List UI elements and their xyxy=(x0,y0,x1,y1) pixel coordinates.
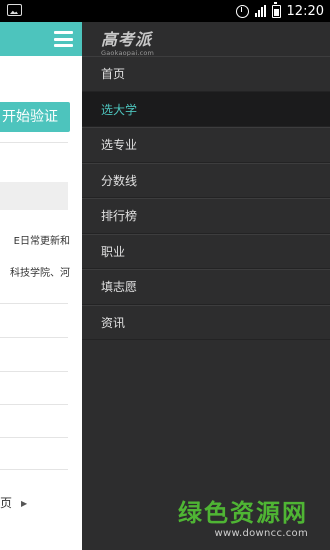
news-text-line: E日常更新和 xyxy=(13,236,70,247)
divider xyxy=(0,371,68,372)
news-text-line: 科技学院、河 xyxy=(10,268,70,279)
app-logo: 高考派 Gaokaopai.com xyxy=(101,26,154,57)
nav-item-home[interactable]: 首页 xyxy=(82,56,330,92)
hamburger-menu-icon[interactable] xyxy=(54,31,73,47)
signal-icon xyxy=(254,5,266,17)
watermark-url: www.downcc.com xyxy=(214,528,308,539)
start-verify-button[interactable]: 开始验证 xyxy=(0,102,70,132)
divider xyxy=(0,337,68,338)
nav-item-application[interactable]: 填志愿 xyxy=(82,269,330,305)
nav-item-rankings[interactable]: 排行榜 xyxy=(82,198,330,234)
chevron-right-icon: ▶ xyxy=(21,499,28,508)
nav-item-choose-university[interactable]: 选大学 xyxy=(82,91,330,127)
divider xyxy=(0,404,68,405)
drawer-nav-list: 首页 选大学 选专业 分数线 排行榜 职业 填志愿 资讯 xyxy=(82,56,330,340)
divider xyxy=(0,469,68,470)
app-header xyxy=(0,22,82,56)
watermark-title: 绿色资源网 xyxy=(178,499,308,527)
image-icon xyxy=(7,4,22,16)
nav-item-news[interactable]: 资讯 xyxy=(82,304,330,340)
divider xyxy=(0,142,68,143)
main-page: 开始验证 E日常更新和 科技学院、河 页 ▶ xyxy=(0,22,82,550)
alarm-icon xyxy=(235,4,249,18)
navigation-drawer: 高考派 Gaokaopai.com 首页 选大学 选专业 分数线 排行榜 职业 … xyxy=(82,22,330,550)
nav-item-careers[interactable]: 职业 xyxy=(82,233,330,269)
pager-label: 页 xyxy=(0,496,13,510)
divider xyxy=(0,437,68,438)
status-bar: 12:20 xyxy=(0,0,330,22)
pager[interactable]: 页 ▶ xyxy=(0,494,27,511)
divider xyxy=(0,303,68,304)
battery-icon xyxy=(271,1,281,18)
nav-item-choose-major[interactable]: 选专业 xyxy=(82,127,330,163)
section-header-bar xyxy=(0,182,68,210)
logo-text: 高考派 xyxy=(101,30,153,49)
status-time: 12:20 xyxy=(286,3,324,19)
nav-item-score-line[interactable]: 分数线 xyxy=(82,162,330,198)
status-icons: 12:20 xyxy=(235,0,324,22)
watermark: 绿色资源网 www.downcc.com xyxy=(178,493,308,539)
